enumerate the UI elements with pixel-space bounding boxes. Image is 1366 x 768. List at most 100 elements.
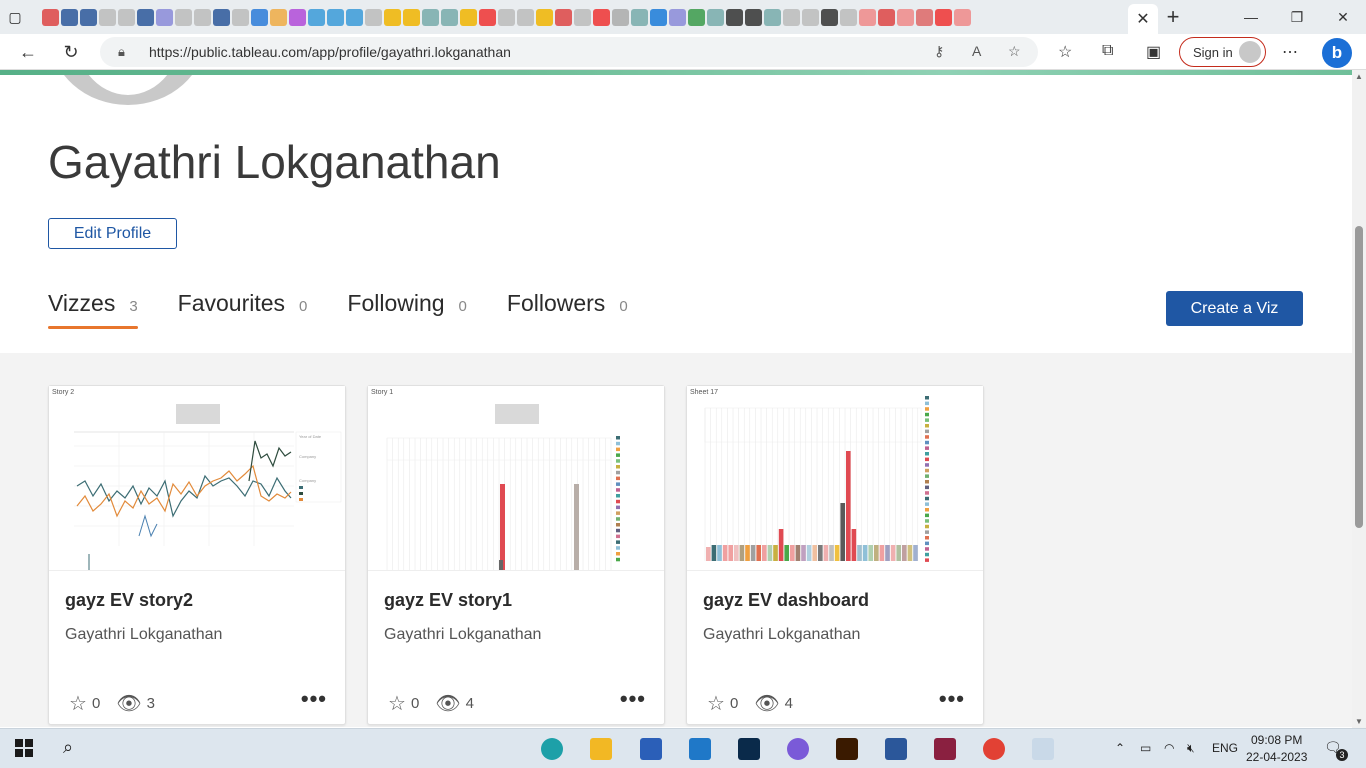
pinned-tab-icon[interactable] xyxy=(441,8,458,26)
scroll-up-icon[interactable]: ▲ xyxy=(1355,72,1363,81)
pinned-tab-icon[interactable] xyxy=(745,8,762,26)
viz-author[interactable]: Gayathri Lokganathan xyxy=(703,626,860,644)
favorite-star-icon[interactable]: ☆ xyxy=(388,691,406,716)
file-explorer-icon[interactable] xyxy=(590,738,612,760)
tab-following[interactable]: Following 0 xyxy=(347,290,467,327)
pinned-tab-icon[interactable] xyxy=(574,8,591,26)
windows-start-icon[interactable] xyxy=(15,739,33,757)
pinned-tab-icon[interactable] xyxy=(365,8,382,26)
sign-in-button[interactable]: Sign in xyxy=(1179,37,1266,67)
restore-button[interactable]: ❐ xyxy=(1274,0,1320,34)
pinned-tab-icon[interactable] xyxy=(42,8,59,26)
battery-icon[interactable]: ▭ xyxy=(1140,741,1151,755)
pinned-tab-icon[interactable] xyxy=(916,8,933,26)
wifi-icon[interactable]: ◠ xyxy=(1164,741,1174,755)
more-options-icon[interactable]: ••• xyxy=(620,686,646,712)
pinned-tab-icon[interactable] xyxy=(840,8,857,26)
viz-title[interactable]: gayz EV story1 xyxy=(384,590,512,611)
pinned-tab-icon[interactable] xyxy=(156,8,173,26)
pinned-tab-icon[interactable] xyxy=(308,8,325,26)
viz-author[interactable]: Gayathri Lokganathan xyxy=(384,626,541,644)
viz-thumbnail[interactable]: Story 1 xyxy=(368,386,664,571)
viz-thumbnail[interactable]: Sheet 17 xyxy=(687,386,983,571)
pinned-tab-icon[interactable] xyxy=(194,8,211,26)
viz-title[interactable]: gayz EV dashboard xyxy=(703,590,869,611)
pinned-tab-icon[interactable] xyxy=(897,8,914,26)
language-indicator[interactable]: ENG xyxy=(1212,741,1238,755)
pinned-tab-icon[interactable] xyxy=(460,8,477,26)
refresh-icon[interactable]: ↻ xyxy=(57,38,85,66)
tab-actions-icon[interactable]: ▢ xyxy=(0,0,30,34)
pinned-tab-icon[interactable] xyxy=(232,8,249,26)
tab-followers[interactable]: Followers 0 xyxy=(507,290,628,327)
pinned-tab-icon[interactable] xyxy=(118,8,135,26)
close-tab-button[interactable]: ✕ xyxy=(1128,4,1158,34)
pinned-tab-icon[interactable] xyxy=(61,8,78,26)
page-scrollbar[interactable]: ▲ ▼ xyxy=(1352,70,1366,728)
pinned-tab-icon[interactable] xyxy=(764,8,781,26)
microsoft-store-icon[interactable] xyxy=(640,738,662,760)
pinned-tab-icon[interactable] xyxy=(384,8,401,26)
viz-thumbnail[interactable]: Story 2 Year of Date Company Company xyxy=(49,386,345,571)
url-text[interactable]: https://public.tableau.com/app/profile/g… xyxy=(149,44,511,60)
lock-icon[interactable]: 🔒︎ xyxy=(118,44,125,60)
pinned-tab-icon[interactable] xyxy=(688,8,705,26)
pinned-tab-icon[interactable] xyxy=(137,8,154,26)
pinned-tab-icon[interactable] xyxy=(821,8,838,26)
favorite-star-icon[interactable]: ☆ xyxy=(707,691,725,716)
address-bar[interactable]: 🔒︎ https://public.tableau.com/app/profil… xyxy=(100,37,1038,67)
winrar-icon[interactable] xyxy=(934,738,956,760)
pinned-tab-icon[interactable] xyxy=(935,8,952,26)
tab-vizzes[interactable]: Vizzes 3 xyxy=(48,290,138,329)
viz-author[interactable]: Gayathri Lokganathan xyxy=(65,626,222,644)
more-options-icon[interactable]: ••• xyxy=(301,686,327,712)
scrollbar-thumb[interactable] xyxy=(1355,226,1363,528)
pinned-tab-icon[interactable] xyxy=(270,8,287,26)
pinned-tab-icon[interactable] xyxy=(213,8,230,26)
read-aloud-icon[interactable]: A xyxy=(972,43,981,59)
chrome-icon[interactable] xyxy=(983,738,1005,760)
illustrator-icon[interactable] xyxy=(836,738,858,760)
pinned-tab-icon[interactable] xyxy=(289,8,306,26)
viz-card[interactable]: Sheet 17 gayz EV dashboard Gayathri Lokg… xyxy=(686,385,984,725)
close-window-button[interactable]: ✕ xyxy=(1320,0,1366,34)
more-options-icon[interactable]: ••• xyxy=(939,686,965,712)
scroll-down-icon[interactable]: ▼ xyxy=(1355,717,1363,726)
mail-icon[interactable] xyxy=(689,738,711,760)
pinned-tab-icon[interactable] xyxy=(707,8,724,26)
show-hidden-icons-icon[interactable]: ⌃ xyxy=(1115,741,1125,755)
volume-muted-icon[interactable]: 🔇︎ xyxy=(1187,741,1195,756)
bing-chat-icon[interactable]: b xyxy=(1322,38,1352,68)
copilot-icon[interactable] xyxy=(787,738,809,760)
pinned-tab-icon[interactable] xyxy=(650,8,667,26)
pinned-tab-icon[interactable] xyxy=(783,8,800,26)
pinned-tab-icon[interactable] xyxy=(669,8,686,26)
pinned-tab-icon[interactable] xyxy=(479,8,496,26)
pinned-tab-icon[interactable] xyxy=(251,8,268,26)
collections-icon[interactable]: ⧉ xyxy=(1102,42,1113,60)
settings-more-icon[interactable]: ⋯ xyxy=(1282,42,1298,62)
pinned-tab-icon[interactable] xyxy=(327,8,344,26)
pinned-tab-icon[interactable] xyxy=(726,8,743,26)
pinned-tab-icon[interactable] xyxy=(80,8,97,26)
photoshop-icon[interactable] xyxy=(738,738,760,760)
pinned-tab-icon[interactable] xyxy=(403,8,420,26)
pinned-tab-icon[interactable] xyxy=(631,8,648,26)
viz-card[interactable]: Story 1 gayz EV story1 Gayathri Lokganat… xyxy=(367,385,665,725)
pinned-tab-icon[interactable] xyxy=(422,8,439,26)
pinned-tab-icon[interactable] xyxy=(593,8,610,26)
pinned-tab-icon[interactable] xyxy=(954,8,971,26)
edge-browser-icon[interactable] xyxy=(541,738,563,760)
viz-card[interactable]: Story 2 Year of Date Company Company gay… xyxy=(48,385,346,725)
edit-profile-button[interactable]: Edit Profile xyxy=(48,218,177,249)
browser-essentials-icon[interactable]: ▣ xyxy=(1146,42,1161,62)
minimize-button[interactable]: — xyxy=(1228,0,1274,34)
pinned-tab-icon[interactable] xyxy=(175,8,192,26)
pinned-tab-icon[interactable] xyxy=(536,8,553,26)
pinned-tab-icon[interactable] xyxy=(859,8,876,26)
pinned-tab-icon[interactable] xyxy=(498,8,515,26)
create-viz-button[interactable]: Create a Viz xyxy=(1166,291,1303,326)
back-arrow-icon[interactable]: ← xyxy=(14,38,42,66)
pinned-tab-icon[interactable] xyxy=(99,8,116,26)
word-icon[interactable] xyxy=(885,738,907,760)
